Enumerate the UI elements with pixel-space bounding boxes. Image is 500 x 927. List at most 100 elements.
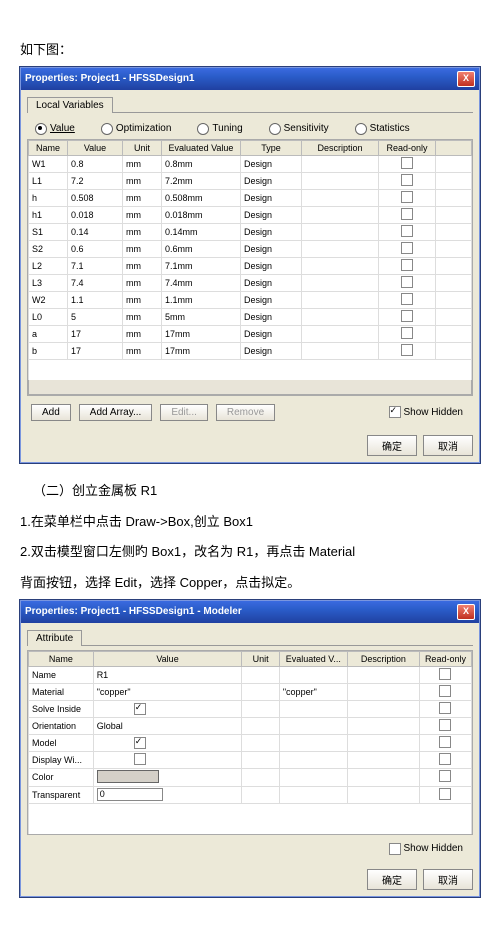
table-row[interactable]: Model (29, 734, 472, 751)
titlebar[interactable]: Properties: Project1 - HFSSDesign1 X (21, 68, 479, 90)
ok-button[interactable]: 确定 (367, 435, 417, 456)
table-row[interactable]: Material"copper""copper" (29, 683, 472, 700)
cell[interactable]: b (29, 342, 68, 359)
cancel-button[interactable]: 取消 (423, 435, 473, 456)
cell[interactable]: mm (123, 291, 162, 308)
readonly-cell[interactable] (419, 700, 471, 717)
readonly-cell[interactable] (379, 223, 436, 240)
cell[interactable] (279, 768, 347, 786)
readonly-cell[interactable] (379, 257, 436, 274)
cell[interactable] (302, 342, 379, 359)
cell[interactable]: 0.14 (68, 223, 123, 240)
readonly-cell[interactable] (419, 683, 471, 700)
cell-name[interactable]: Material (29, 683, 94, 700)
cell-name[interactable]: Transparent (29, 786, 94, 803)
cell[interactable]: mm (123, 325, 162, 342)
table-row[interactable]: L05mm5mmDesign (29, 308, 472, 325)
table-row[interactable]: a17mm17mmDesign (29, 325, 472, 342)
cell[interactable] (279, 700, 347, 717)
cell[interactable]: L0 (29, 308, 68, 325)
cell[interactable] (302, 206, 379, 223)
cell[interactable] (302, 223, 379, 240)
tab-local-variables[interactable]: Local Variables (27, 97, 113, 113)
table-row[interactable]: OrientationGlobal (29, 717, 472, 734)
cell[interactable] (302, 240, 379, 257)
cell[interactable] (242, 683, 279, 700)
cell[interactable] (242, 751, 279, 768)
variables-grid[interactable]: NameValueUnitEvaluated ValueTypeDescript… (27, 139, 473, 396)
table-row[interactable]: Display Wi... (29, 751, 472, 768)
cell[interactable]: h (29, 189, 68, 206)
readonly-cell[interactable] (419, 666, 471, 683)
cell[interactable]: mm (123, 257, 162, 274)
readonly-cell[interactable] (379, 189, 436, 206)
cell[interactable]: Design (241, 189, 302, 206)
cell[interactable]: Design (241, 257, 302, 274)
table-row[interactable]: Solve Inside (29, 700, 472, 717)
table-row[interactable]: L27.1mm7.1mmDesign (29, 257, 472, 274)
table-row[interactable]: W10.8mm0.8mmDesign (29, 155, 472, 172)
show-hidden-checkbox[interactable]: Show Hidden (389, 843, 469, 855)
cell[interactable] (242, 734, 279, 751)
cell[interactable] (242, 700, 279, 717)
cell[interactable]: mm (123, 240, 162, 257)
close-icon[interactable]: X (457, 71, 475, 87)
cell[interactable]: h1 (29, 206, 68, 223)
cell[interactable] (302, 308, 379, 325)
cell[interactable] (279, 786, 347, 803)
cell-value[interactable]: R1 (93, 666, 242, 683)
cell[interactable] (347, 786, 419, 803)
col-header[interactable]: Read-only (379, 140, 436, 155)
readonly-cell[interactable] (379, 274, 436, 291)
cell[interactable]: 7.1 (68, 257, 123, 274)
cell[interactable]: 17 (68, 325, 123, 342)
cell[interactable]: 0.8 (68, 155, 123, 172)
cell[interactable] (347, 717, 419, 734)
cell[interactable] (347, 751, 419, 768)
cell[interactable]: Design (241, 291, 302, 308)
cell[interactable]: 0.6 (68, 240, 123, 257)
readonly-cell[interactable] (419, 717, 471, 734)
readonly-cell[interactable] (379, 325, 436, 342)
cell[interactable]: 5 (68, 308, 123, 325)
col-header[interactable]: Description (347, 651, 419, 666)
cell[interactable]: 7.2mm (162, 172, 241, 189)
cancel-button[interactable]: 取消 (423, 869, 473, 890)
cell[interactable]: mm (123, 308, 162, 325)
cell-name[interactable]: Name (29, 666, 94, 683)
radio-tuning[interactable]: Tuning (197, 123, 242, 135)
titlebar[interactable]: Properties: Project1 - HFSSDesign1 - Mod… (21, 601, 479, 623)
cell[interactable] (302, 172, 379, 189)
close-icon[interactable]: X (457, 604, 475, 620)
col-header[interactable]: Description (302, 140, 379, 155)
cell[interactable]: mm (123, 189, 162, 206)
cell-value[interactable]: 0 (93, 786, 242, 803)
value-box[interactable]: 0 (97, 788, 163, 801)
readonly-cell[interactable] (379, 155, 436, 172)
cell[interactable]: 0.6mm (162, 240, 241, 257)
cell-value[interactable] (93, 768, 242, 786)
readonly-cell[interactable] (379, 342, 436, 359)
col-header[interactable]: Name (29, 140, 68, 155)
cell[interactable]: 17mm (162, 325, 241, 342)
cell[interactable]: 0.018mm (162, 206, 241, 223)
attribute-grid[interactable]: NameValueUnitEvaluated V...DescriptionRe… (27, 650, 473, 835)
cell[interactable]: 0.8mm (162, 155, 241, 172)
scrollbar-horizontal[interactable] (28, 380, 472, 395)
readonly-cell[interactable] (379, 291, 436, 308)
cell[interactable]: 17 (68, 342, 123, 359)
radio-value[interactable]: Value (35, 123, 75, 135)
cell[interactable]: W1 (29, 155, 68, 172)
cell-value[interactable] (93, 751, 242, 768)
col-header[interactable]: Name (29, 651, 94, 666)
cell[interactable]: L2 (29, 257, 68, 274)
table-row[interactable]: b17mm17mmDesign (29, 342, 472, 359)
radio-statistics[interactable]: Statistics (355, 123, 410, 135)
table-row[interactable]: S10.14mm0.14mmDesign (29, 223, 472, 240)
cell[interactable]: 5mm (162, 308, 241, 325)
table-row[interactable]: S20.6mm0.6mmDesign (29, 240, 472, 257)
cell-value[interactable] (93, 700, 242, 717)
cell-value[interactable]: "copper" (93, 683, 242, 700)
table-row[interactable]: h0.508mm0.508mmDesign (29, 189, 472, 206)
cell[interactable] (302, 274, 379, 291)
